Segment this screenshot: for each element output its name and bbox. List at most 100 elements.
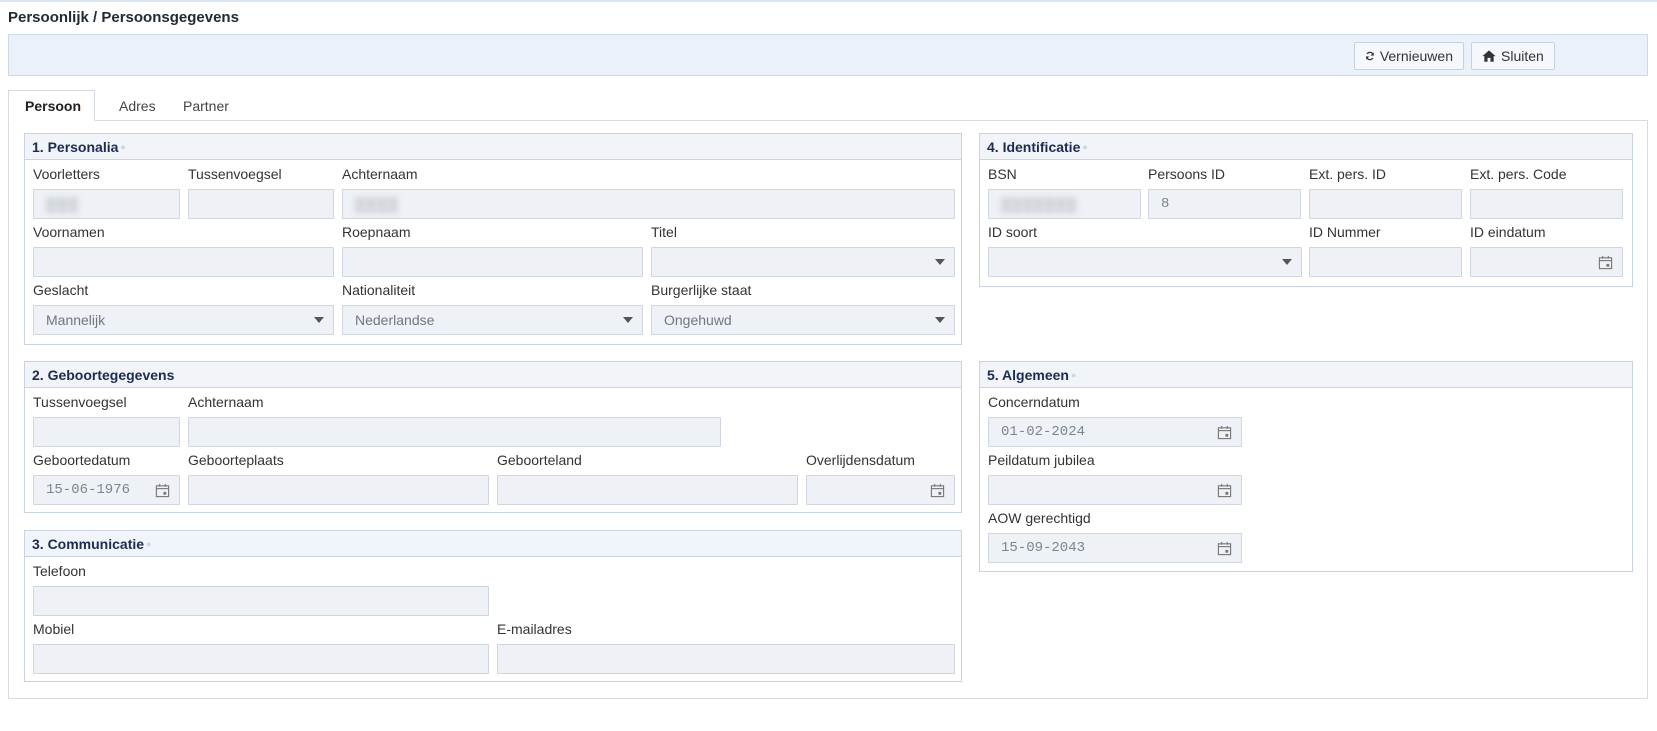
tab-adres[interactable]: Adres (103, 90, 172, 121)
telefoon-field[interactable] (33, 586, 489, 616)
refresh-button-label: Vernieuwen (1379, 48, 1453, 64)
caret-down-icon (935, 259, 945, 265)
aow-gerechtigd-label: AOW gerechtigd (988, 510, 1091, 526)
titel-select[interactable] (651, 247, 955, 277)
redacted-value: ▒▒▒ (46, 196, 79, 212)
tab-partner[interactable]: Partner (167, 90, 245, 121)
calendar-icon[interactable] (1217, 483, 1232, 498)
concerndatum-label: Concerndatum (988, 394, 1080, 410)
id-eindatum-field[interactable] (1470, 247, 1623, 277)
nationaliteit-select[interactable]: Nederlandse (342, 305, 643, 335)
section-identificatie: 4. Identificatie ● BSN Persoons ID Ext. p… (979, 133, 1633, 287)
voorletters-field[interactable]: ▒▒▒ (33, 189, 180, 219)
burgerlijke-staat-value: Ongehuwd (664, 312, 732, 328)
redacted-value: ▒▒▒▒ (355, 196, 399, 212)
home-icon (1482, 50, 1496, 62)
geboorteland-label: Geboorteland (497, 452, 582, 468)
section-header: 1. Personalia ● (25, 134, 961, 160)
burgerlijke-staat-label: Burgerlijke staat (651, 282, 752, 298)
persoons-id-field[interactable]: 8 (1148, 189, 1301, 219)
top-border (0, 0, 1657, 2)
collapse-indicator: ● (120, 141, 126, 152)
id-nummer-field[interactable] (1309, 247, 1462, 277)
concerndatum-field[interactable]: 01-02-2024 (988, 417, 1242, 447)
ext-pers-code-field[interactable] (1470, 189, 1623, 219)
geboorte-achternaam-label: Achternaam (188, 394, 264, 410)
close-button[interactable]: Sluiten (1471, 42, 1555, 70)
section-title: 4. Identificatie (987, 138, 1081, 155)
section-title: 1. Personalia (32, 138, 119, 155)
tab-bar: Persoon Adres Partner (8, 90, 1648, 121)
mobiel-field[interactable] (33, 644, 489, 674)
caret-down-icon (1282, 259, 1292, 265)
section-geboortegegevens: 2. Geboortegegevens Tussenvoegsel Achter… (24, 361, 962, 513)
geboorte-tussenvoegsel-label: Tussenvoegsel (33, 394, 127, 410)
aow-gerechtigd-field[interactable]: 15-09-2043 (988, 533, 1242, 563)
telefoon-label: Telefoon (33, 563, 86, 579)
ext-pers-id-label: Ext. pers. ID (1309, 166, 1387, 182)
achternaam-field[interactable]: ▒▒▒▒ (342, 189, 955, 219)
id-nummer-label: ID Nummer (1309, 224, 1381, 240)
tussenvoegsel-label: Tussenvoegsel (188, 166, 282, 182)
redacted-value: ▒▒▒▒▒▒▒ (1001, 196, 1078, 212)
section-title: 3. Communicatie (32, 535, 145, 552)
caret-down-icon (935, 317, 945, 323)
mobiel-label: Mobiel (33, 621, 75, 637)
burgerlijke-staat-select[interactable]: Ongehuwd (651, 305, 955, 335)
geboortedatum-field[interactable]: 15-06-1976 (33, 475, 180, 505)
section-communicatie: 3. Communicatie ● Telefoon Mobiel E-maila… (24, 530, 962, 682)
calendar-icon[interactable] (1598, 255, 1613, 270)
overlijdensdatum-field[interactable] (806, 475, 955, 505)
section-header: 2. Geboortegegevens (25, 362, 961, 388)
achternaam-label: Achternaam (342, 166, 418, 182)
close-button-label: Sluiten (1501, 48, 1544, 64)
nationaliteit-value: Nederlandse (355, 312, 435, 328)
titel-label: Titel (651, 224, 677, 240)
section-header: 3. Communicatie ● (25, 531, 961, 557)
collapse-indicator: ● (146, 538, 152, 549)
section-algemeen: 5. Algemeen ● Concerndatum 01-02-2024 Pei… (979, 361, 1633, 572)
section-personalia: 1. Personalia ● Voorletters Tussenvoegsel… (24, 133, 962, 345)
bsn-field[interactable]: ▒▒▒▒▒▒▒ (988, 189, 1141, 219)
geboorte-tussenvoegsel-field[interactable] (33, 417, 180, 447)
section-header: 5. Algemeen ● (980, 362, 1632, 388)
geboorteland-field[interactable] (497, 475, 798, 505)
section-title: 2. Geboortegegevens (32, 366, 175, 383)
tab-persoon[interactable]: Persoon (8, 90, 95, 121)
calendar-icon[interactable] (1217, 425, 1232, 440)
id-soort-select[interactable] (988, 247, 1302, 277)
email-field[interactable] (497, 644, 955, 674)
page-title: Persoonlijk / Persoonsgegevens (8, 9, 239, 26)
geslacht-value: Mannelijk (46, 312, 106, 328)
geboortedatum-value: 15-06-1976 (46, 482, 131, 498)
aow-gerechtigd-value: 15-09-2043 (1001, 540, 1086, 556)
geboorte-achternaam-field[interactable] (188, 417, 721, 447)
email-label: E-mailadres (497, 621, 572, 637)
refresh-icon (1366, 51, 1374, 61)
voornamen-label: Voornamen (33, 224, 105, 240)
caret-down-icon (314, 317, 324, 323)
voornamen-field[interactable] (33, 247, 334, 277)
roepnaam-field[interactable] (342, 247, 643, 277)
collapse-indicator: ● (1070, 369, 1077, 380)
bsn-label: BSN (988, 166, 1017, 182)
ext-pers-id-field[interactable] (1309, 189, 1462, 219)
calendar-icon[interactable] (930, 483, 945, 498)
tussenvoegsel-field[interactable] (188, 189, 334, 219)
caret-down-icon (623, 317, 633, 323)
collapse-indicator: ● (1082, 141, 1088, 152)
geboorteplaats-field[interactable] (188, 475, 489, 505)
geboortedatum-label: Geboortedatum (33, 452, 131, 468)
voorletters-label: Voorletters (33, 166, 100, 182)
toolbar: Vernieuwen Sluiten (8, 34, 1648, 76)
ext-pers-code-label: Ext. pers. Code (1470, 166, 1567, 182)
calendar-icon[interactable] (155, 483, 170, 498)
refresh-button[interactable]: Vernieuwen (1354, 42, 1464, 70)
id-soort-label: ID soort (988, 224, 1038, 240)
calendar-icon[interactable] (1217, 541, 1232, 556)
geboorteplaats-label: Geboorteplaats (188, 452, 284, 468)
geslacht-select[interactable]: Mannelijk (33, 305, 334, 335)
overlijdensdatum-label: Overlijdensdatum (806, 452, 915, 468)
peildatum-jubilea-field[interactable] (988, 475, 1242, 505)
section-title: 5. Algemeen (987, 366, 1069, 383)
